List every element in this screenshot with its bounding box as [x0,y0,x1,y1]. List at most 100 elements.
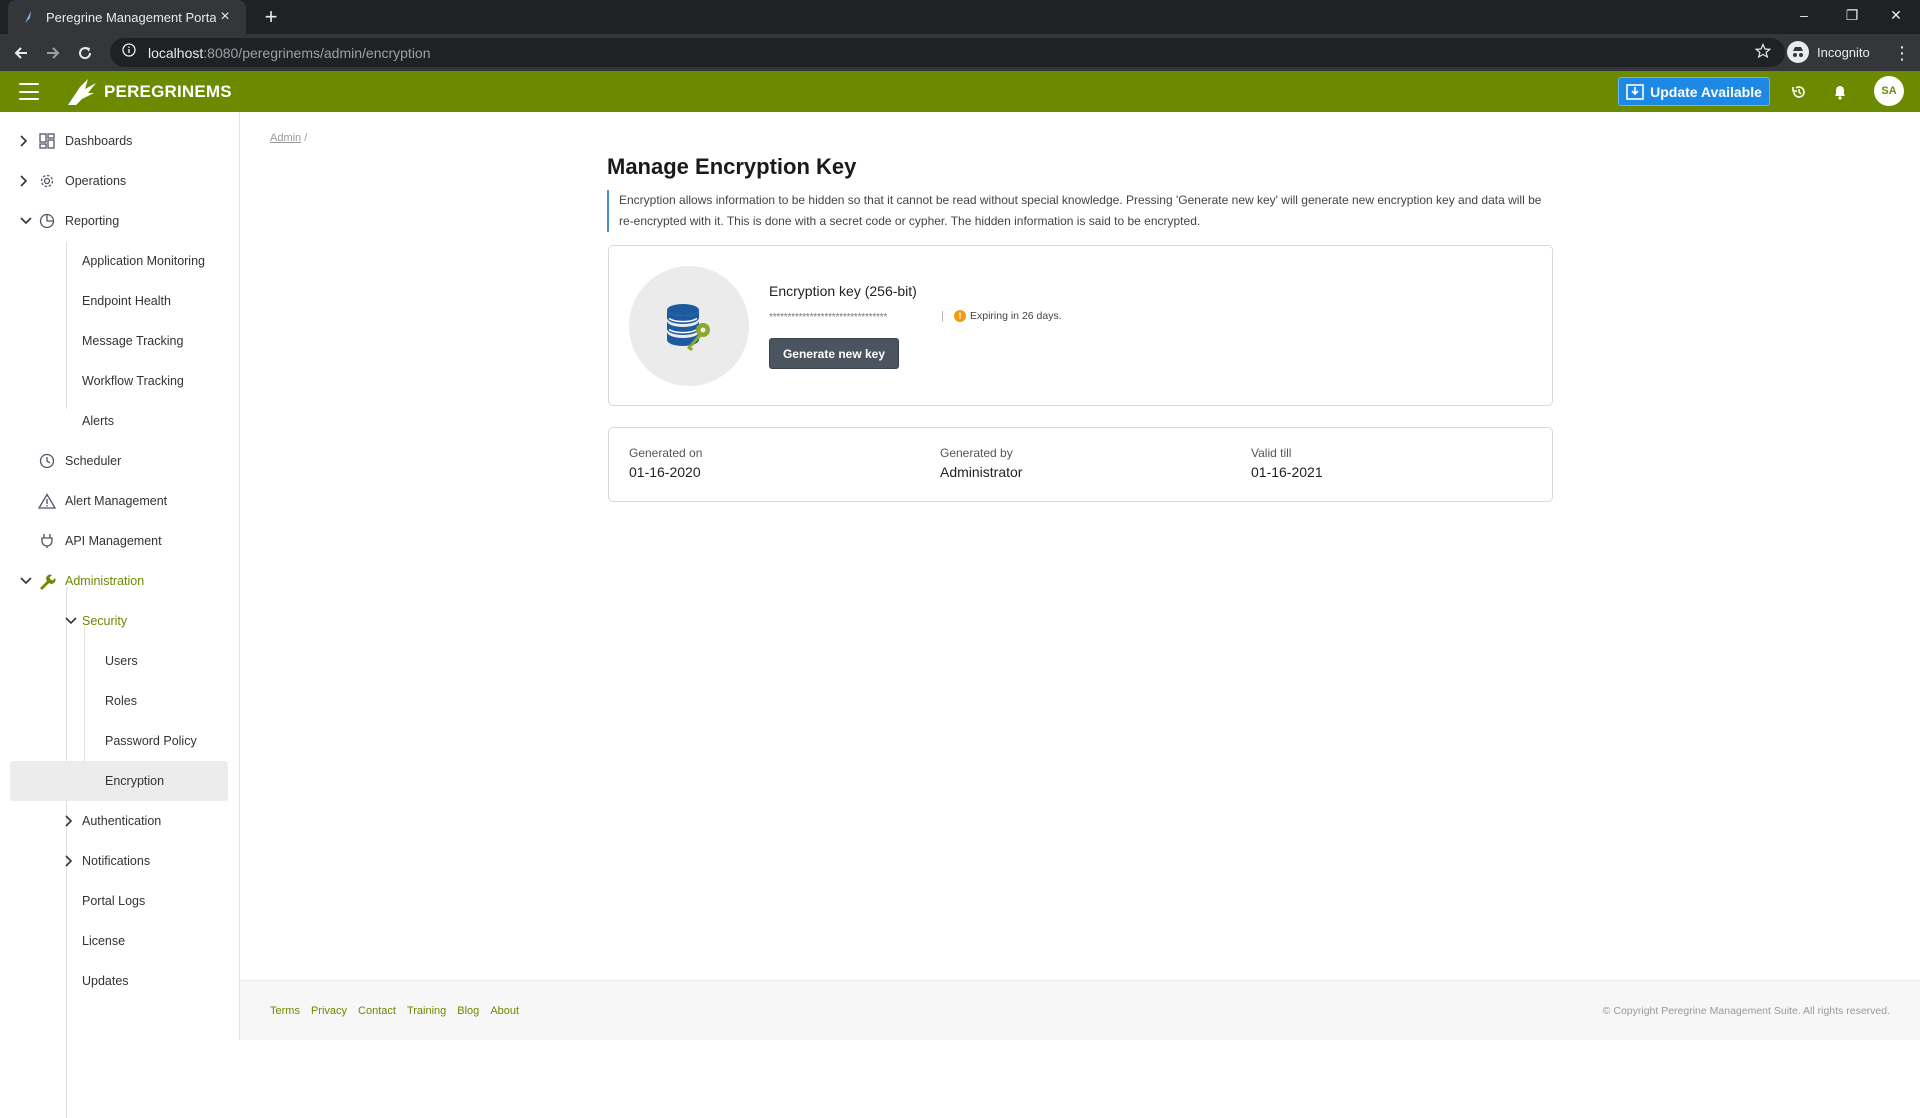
sidebar-item-scheduler[interactable]: Scheduler [0,441,240,481]
dashboard-icon [38,132,56,150]
sidebar-item-endpoint-health[interactable]: Endpoint Health [0,281,240,321]
hamburger-menu-icon[interactable] [19,83,39,100]
tab-title: Peregrine Management Portal [46,9,216,25]
sidebar-item-label: Message Tracking [82,334,184,348]
sidebar-item-label: Administration [65,574,145,588]
database-key-icon [629,266,749,386]
sidebar-item-users[interactable]: Users [0,641,240,681]
sidebar-item-alerts[interactable]: Alerts [0,401,240,441]
sidebar-item-label: Password Policy [105,734,197,748]
sidebar-item-password-policy[interactable]: Password Policy [0,721,240,761]
generated-on: Generated on 01-16-2020 [629,446,702,480]
breadcrumb-admin-link[interactable]: Admin [270,132,301,144]
back-icon[interactable] [8,40,34,66]
sidebar-item-administration[interactable]: Administration [0,561,240,601]
chevron-down-icon [19,214,33,228]
sidebar-item-reporting[interactable]: Reporting [0,201,240,241]
chevron-down-icon [64,614,78,628]
bookmark-star-icon[interactable] [1754,43,1772,64]
footer-link-terms[interactable]: Terms [270,1005,300,1017]
sidebar-item-label: Roles [105,694,137,708]
address-bar[interactable]: localhost:8080/peregrinems/admin/encrypt… [110,38,1785,67]
sidebar-item-license[interactable]: License [0,921,240,961]
sidebar-item-updates[interactable]: Updates [0,961,240,1001]
chevron-right-icon [17,134,31,148]
sidebar: Dashboards Operations Reporting Applicat… [0,112,240,1118]
sidebar-item-dashboards[interactable]: Dashboards [0,121,240,161]
close-window-button[interactable]: ✕ [1874,0,1918,30]
peregrine-favicon-icon [20,9,36,25]
sidebar-item-message-tracking[interactable]: Message Tracking [0,321,240,361]
sidebar-item-label: Workflow Tracking [82,374,184,388]
sidebar-item-workflow-tracking[interactable]: Workflow Tracking [0,361,240,401]
history-icon[interactable] [1788,81,1810,103]
sidebar-item-label: Operations [65,174,127,188]
falcon-logo-icon [68,78,96,105]
footer-link-blog[interactable]: Blog [457,1005,479,1017]
peregrine-logo[interactable]: PEREGRINEMS [66,76,232,107]
sidebar-item-portal-logs[interactable]: Portal Logs [0,881,240,921]
browser-tab-bar: Peregrine Management Portal × + – ❐ ✕ [0,0,1920,34]
sidebar-item-label: Security [82,614,128,628]
sidebar-item-label: Alerts [82,414,114,428]
incognito-label: Incognito [1817,44,1870,60]
clock-icon [38,452,56,470]
sidebar-item-roles[interactable]: Roles [0,681,240,721]
site-info-icon[interactable] [122,43,136,62]
sidebar-item-security[interactable]: Security [0,601,240,641]
generated-on-label: Generated on [629,446,703,460]
sidebar-item-label: API Management [65,534,162,548]
sidebar-item-label: Scheduler [65,454,122,468]
footer-links: Terms Privacy Contact Training Blog Abou… [270,1005,530,1017]
wrench-icon [38,572,56,590]
chevron-right-icon [62,814,76,828]
generated-on-value: 01-16-2020 [629,464,701,480]
warning-icon: ! [954,310,966,322]
sidebar-item-label: Reporting [65,214,120,228]
page-title: Manage Encryption Key [607,154,857,179]
tab-close-icon[interactable]: × [216,8,234,26]
chevron-down-icon [19,574,33,588]
gear-icon [38,172,56,190]
browser-toolbar: localhost:8080/peregrinems/admin/encrypt… [0,34,1920,71]
generated-by-label: Generated by [940,446,1013,460]
sidebar-item-api-management[interactable]: API Management [0,521,240,561]
sidebar-item-operations[interactable]: Operations [0,161,240,201]
update-available-button[interactable]: Update Available [1618,77,1770,106]
restore-button[interactable]: ❐ [1830,0,1874,30]
sidebar-item-label: Endpoint Health [82,294,171,308]
sidebar-item-application-monitoring[interactable]: Application Monitoring [0,241,240,281]
sidebar-item-alert-management[interactable]: Alert Management [0,481,240,521]
sidebar-item-authentication[interactable]: Authentication [0,801,240,841]
reload-icon[interactable] [72,40,98,66]
plug-icon [38,532,56,550]
app-header: PEREGRINEMS Update Available SA [0,71,1920,112]
new-tab-button[interactable]: + [258,4,284,30]
footer-link-about[interactable]: About [490,1005,519,1017]
download-icon [1626,83,1644,100]
browser-menu-icon[interactable]: ⋮ [1892,40,1912,66]
sidebar-item-label: Users [105,654,138,668]
footer-link-training[interactable]: Training [407,1005,446,1017]
footer-link-contact[interactable]: Contact [358,1005,396,1017]
url-text: localhost:8080/peregrinems/admin/encrypt… [148,44,431,61]
avatar[interactable]: SA [1874,76,1904,106]
generate-new-key-button[interactable]: Generate new key [769,338,899,369]
incognito-indicator[interactable]: Incognito [1787,39,1870,65]
sidebar-item-encryption[interactable]: Encryption [10,761,228,801]
footer-link-privacy[interactable]: Privacy [311,1005,347,1017]
warning-icon [38,492,56,510]
sidebar-item-notifications[interactable]: Notifications [0,841,240,881]
footer: Terms Privacy Contact Training Blog Abou… [240,980,1920,1040]
key-separator: | [941,310,944,322]
sidebar-item-label: Authentication [82,814,162,828]
incognito-icon [1787,41,1809,63]
bell-icon[interactable] [1829,81,1851,103]
forward-icon[interactable] [40,40,66,66]
sidebar-item-label: Notifications [82,854,151,868]
minimize-button[interactable]: – [1782,0,1826,30]
update-available-label: Update Available [1650,83,1762,100]
sidebar-item-label: Updates [82,974,129,988]
browser-tab[interactable]: Peregrine Management Portal × [8,0,246,34]
sidebar-item-label: Application Monitoring [82,254,205,268]
